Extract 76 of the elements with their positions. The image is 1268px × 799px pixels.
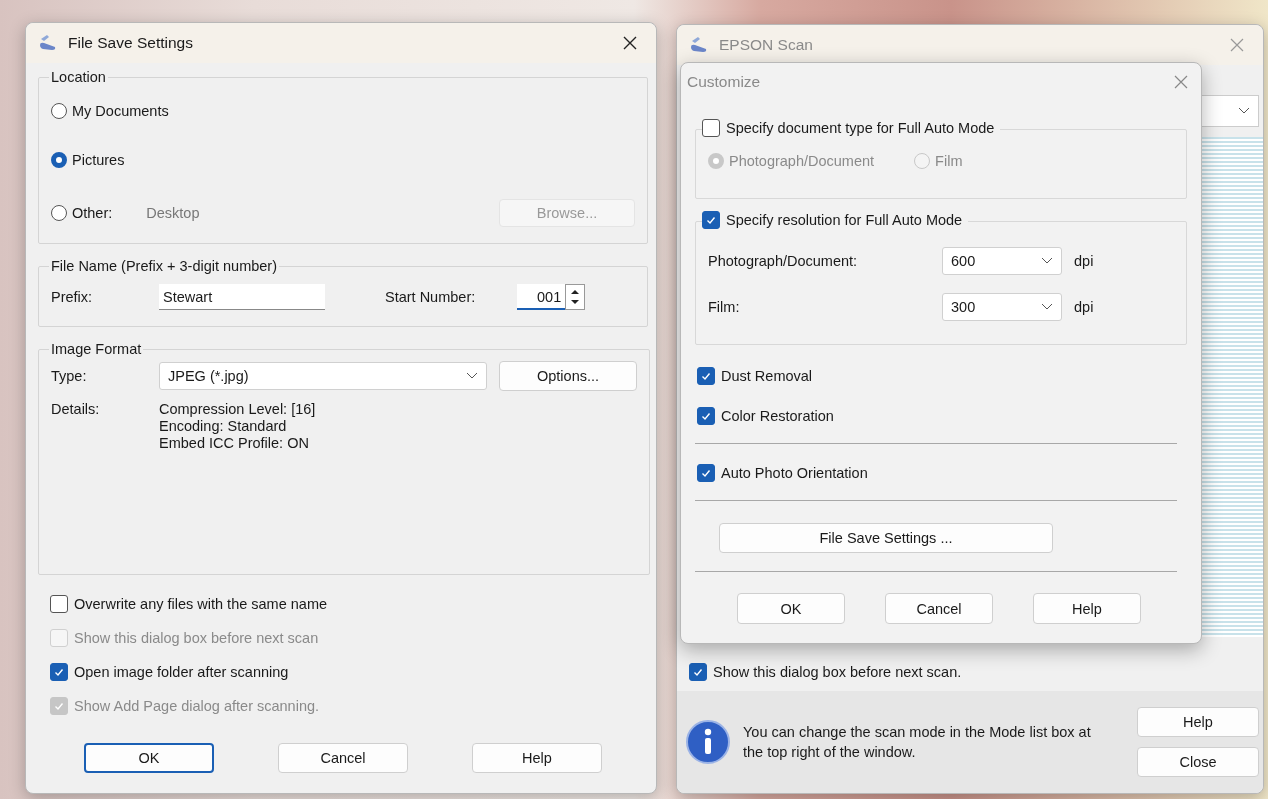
checkbox-label: Color Restoration <box>721 408 834 424</box>
start-number-field[interactable]: 001 <box>517 284 566 310</box>
checkbox-label: Show Add Page dialog after scanning. <box>74 698 320 714</box>
window-title: EPSON Scan <box>719 36 814 54</box>
checkbox-label: Show this dialog box before next scan. <box>713 664 962 680</box>
checkbox[interactable] <box>50 595 68 613</box>
window-title: File Save Settings <box>68 34 194 52</box>
checkbox-label: Specify resolution for Full Auto Mode <box>726 212 963 228</box>
dialog-button[interactable]: Help <box>472 743 602 773</box>
detail-text: Embed ICC Profile: ON <box>159 435 310 452</box>
type-dropdown[interactable]: JPEG (*.jpg) <box>159 362 487 390</box>
dialog-button[interactable]: OK <box>84 743 214 773</box>
checkbox[interactable] <box>50 663 68 681</box>
group-label: Location <box>50 69 107 85</box>
detail-text: Compression Level: [16] <box>159 401 316 418</box>
radio-button[interactable] <box>51 204 67 221</box>
checkmark-icon <box>700 467 712 479</box>
checkmark-icon <box>700 410 712 422</box>
checkbox[interactable] <box>702 211 720 229</box>
spinner-arrows-icon[interactable] <box>565 284 586 310</box>
dialog-button[interactable]: Help <box>1137 707 1259 737</box>
scanner-icon <box>689 35 709 55</box>
scanner-icon <box>38 33 58 53</box>
window-title: Customize <box>687 73 761 91</box>
unit-label: dpi <box>1074 253 1094 269</box>
field-label: Start Number: <box>385 289 476 305</box>
dialog-button[interactable]: Help <box>1033 593 1141 624</box>
radio-label: Pictures <box>72 151 125 168</box>
field-label: Type: <box>51 368 88 384</box>
checkbox-label: Show this dialog box before next scan <box>74 630 319 646</box>
chevron-down-icon <box>1041 257 1053 265</box>
checkmark-icon <box>53 666 65 678</box>
checkbox[interactable] <box>697 464 715 482</box>
radio-label: Photograph/Document <box>729 153 875 169</box>
dialog-button[interactable]: OK <box>737 593 845 624</box>
checkmark-icon <box>700 370 712 382</box>
field-label: Photograph/Document: <box>708 253 859 269</box>
checkmark-icon <box>692 666 704 678</box>
checkbox-label: Overwrite any files with the same name <box>74 596 328 612</box>
path-text: Desktop <box>146 204 200 221</box>
chevron-down-icon <box>466 372 478 380</box>
checkbox[interactable] <box>697 367 715 385</box>
field-label: Details: <box>51 401 101 419</box>
close-icon[interactable] <box>622 35 638 51</box>
checkbox[interactable] <box>689 663 707 681</box>
group-label: Image Format <box>50 341 143 357</box>
radio-label: Film <box>935 153 963 169</box>
checkbox[interactable] <box>702 119 720 137</box>
radio-label: My Documents <box>72 103 169 119</box>
file-save-settings-button[interactable]: File Save Settings ... <box>719 523 1053 553</box>
info-text: You can change the scan mode in the Mode list box at the top right of the window. <box>743 723 1092 762</box>
checkbox[interactable] <box>697 407 715 425</box>
chevron-down-icon <box>1041 303 1053 311</box>
options-button[interactable]: Options... <box>499 361 637 391</box>
prefix-field[interactable]: Stewart <box>159 284 325 310</box>
radio-button[interactable] <box>51 151 67 168</box>
unit-label: dpi <box>1074 299 1094 315</box>
info-icon <box>685 719 731 765</box>
checkbox-label: Open image folder after scanning <box>74 664 289 680</box>
field-label: Film: <box>708 299 741 315</box>
field-label: Prefix: <box>51 289 94 305</box>
chevron-down-icon <box>1238 107 1250 115</box>
checkmark-icon <box>53 700 65 712</box>
dialog-button[interactable]: Cancel <box>278 743 408 773</box>
resolution-dropdown[interactable]: 300 <box>942 293 1062 321</box>
dialog-button[interactable]: Close <box>1137 747 1259 777</box>
resolution-dropdown[interactable]: 600 <box>942 247 1062 275</box>
dialog-button[interactable]: Cancel <box>885 593 993 624</box>
detail-text: Encoding: Standard <box>159 418 288 435</box>
checkbox-label: Dust Removal <box>721 368 813 384</box>
checkbox-label: Auto Photo Orientation <box>721 465 868 481</box>
checkbox-label: Specify document type for Full Auto Mode <box>726 120 995 136</box>
checkmark-icon <box>705 214 717 226</box>
group-label: File Name (Prefix + 3-digit number) <box>50 258 279 274</box>
radio-label: Other: <box>72 204 113 221</box>
radio-button[interactable] <box>51 103 67 119</box>
